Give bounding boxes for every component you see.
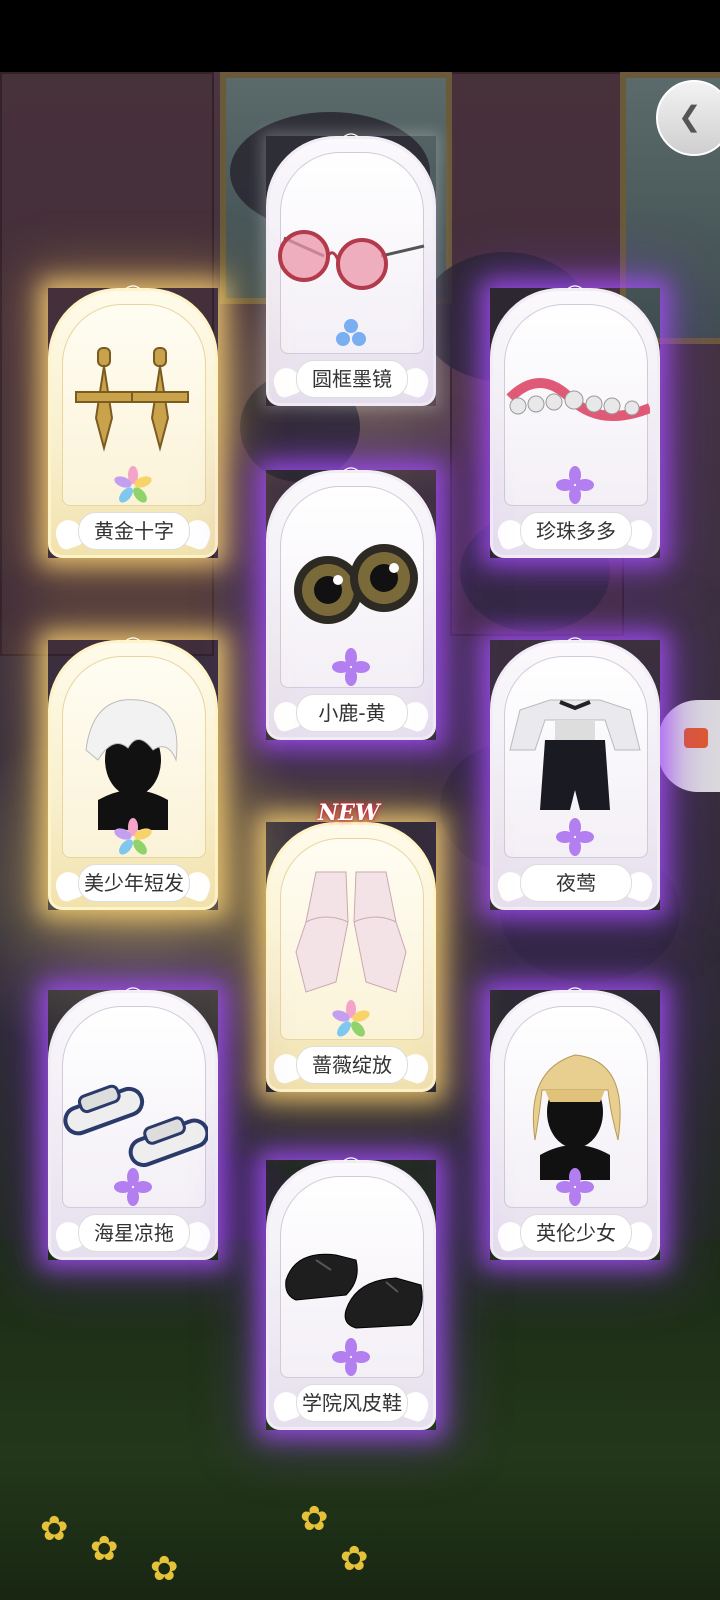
flower-icon: ✿ <box>300 1499 329 1539</box>
rarity-gem-icon <box>332 1000 370 1037</box>
back-chevron-icon: ❮ <box>678 100 702 133</box>
item-card-british-girl[interactable]: ⌒ 英伦少女 <box>490 986 660 1260</box>
rarity-gem-icon <box>556 818 594 856</box>
leather-shoes-icon <box>285 1253 423 1329</box>
item-name: 小鹿-黄 <box>296 694 408 732</box>
outfit-icon <box>509 699 641 810</box>
new-badge: NEW <box>318 800 380 826</box>
bow-icon: ⌒ <box>566 986 583 1005</box>
item-card-sunglasses[interactable]: ⌒ 圆框墨镜 <box>266 132 436 406</box>
item-card-nightingale[interactable]: ⌒ 夜莺 <box>490 636 660 910</box>
bow-icon: ⌒ <box>124 284 141 303</box>
item-name: 蔷薇绽放 <box>296 1046 408 1084</box>
item-name: 夜莺 <box>520 864 632 902</box>
rarity-gem-icon <box>556 466 594 504</box>
white-hair-icon <box>85 699 178 830</box>
item-name: 海星凉拖 <box>78 1214 190 1252</box>
item-card-starfish-slippers[interactable]: ⌒ 海星凉拖 <box>48 986 218 1260</box>
item-card-rose-gloves[interactable]: NEW 蔷薇绽放 <box>266 800 436 1092</box>
bow-icon: ⌒ <box>342 132 359 151</box>
item-name: 圆框墨镜 <box>296 360 408 398</box>
item-card-academy-shoes[interactable]: ⌒ 学院风皮鞋 <box>266 1156 436 1430</box>
flower-icon: ✿ <box>340 1539 369 1579</box>
rarity-gem-icon <box>332 648 370 686</box>
rarity-gem-icon <box>114 1168 152 1206</box>
item-card-gold-cross[interactable]: ⌒ 黄金十字 <box>48 284 218 558</box>
sunglasses-icon <box>278 230 425 290</box>
bow-icon: ⌒ <box>124 636 141 655</box>
item-name: 黄金十字 <box>78 512 190 550</box>
bow-icon: ⌒ <box>566 284 583 303</box>
item-card-deer-eyes[interactable]: ⌒ 小鹿-黄 <box>266 466 436 740</box>
item-name: 珍珠多多 <box>520 512 632 550</box>
bow-icon: ⌒ <box>124 986 141 1005</box>
item-card-pearls[interactable]: ⌒ 珍珠多多 <box>490 284 660 558</box>
side-menu-icon <box>684 728 708 748</box>
slippers-icon <box>63 1084 208 1168</box>
eyes-icon <box>294 544 418 624</box>
bow-icon: ⌒ <box>342 466 359 485</box>
bow-icon: ⌒ <box>342 1156 359 1175</box>
rarity-gem-icon <box>114 818 152 855</box>
flower-icon: ✿ <box>90 1529 119 1569</box>
status-bar <box>0 0 720 72</box>
bow-icon: ⌒ <box>566 636 583 655</box>
item-card-short-hair[interactable]: ⌒ 美少年短发 <box>48 636 218 910</box>
rarity-gem-icon <box>114 466 152 503</box>
flower-icon: ✿ <box>40 1509 69 1549</box>
side-menu-button[interactable] <box>658 700 720 792</box>
item-name: 学院风皮鞋 <box>296 1384 408 1422</box>
pearl-ribbon-icon <box>506 378 650 421</box>
flower-icon: ✿ <box>150 1549 179 1589</box>
item-name: 英伦少女 <box>520 1214 632 1252</box>
cross-earrings-icon <box>75 347 189 452</box>
rarity-gem-icon <box>336 319 366 346</box>
rarity-gem-icon <box>332 1338 370 1376</box>
item-name: 美少年短发 <box>78 864 190 902</box>
rarity-gem-icon <box>556 1168 594 1206</box>
blonde-hair-icon <box>532 1054 621 1180</box>
gloves-icon <box>295 871 407 993</box>
